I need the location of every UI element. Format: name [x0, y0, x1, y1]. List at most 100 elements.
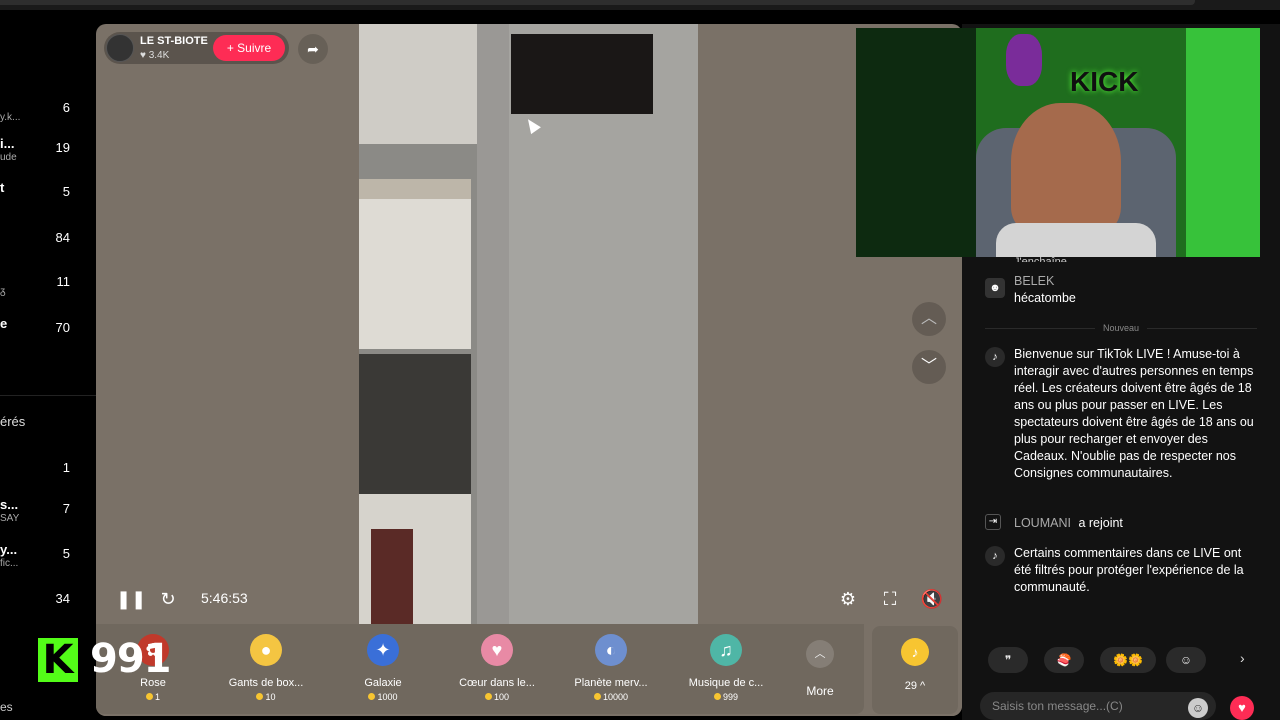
new-divider-label: Nouveau — [1102, 323, 1140, 333]
quick-reply-quote[interactable]: ❞ — [988, 647, 1028, 673]
sidebar-divider — [0, 395, 96, 396]
sidebar-item-count: 5 — [62, 546, 70, 561]
sidebar-section-header: érés — [0, 414, 26, 429]
gift-price: 999 — [671, 692, 781, 702]
coins-balance: 29 ^ — [904, 680, 926, 692]
scene-towel — [371, 529, 413, 624]
gift-name: Musique de c... — [688, 677, 764, 689]
gift-price: 1 — [98, 692, 208, 702]
gift-price-value: 999 — [722, 692, 739, 702]
coins-button[interactable]: ♪ 29 ^ — [872, 626, 958, 714]
join-text: a rejoint — [1078, 516, 1123, 530]
gift-price: 10000 — [556, 692, 666, 702]
overlay-viewer-count: 991 — [90, 636, 171, 682]
chevron-up-icon[interactable]: ︿ — [912, 302, 946, 336]
coin-icon — [145, 693, 153, 700]
scene-cabinet — [359, 199, 471, 349]
coin-icon — [593, 693, 601, 700]
chat-username[interactable]: BELEK — [1014, 274, 1054, 288]
sidebar-item[interactable]: 1 — [0, 456, 80, 496]
scene-ceiling — [359, 24, 479, 144]
sidebar-item[interactable]: y... fic... 5 — [0, 542, 80, 582]
scene-fridge-door — [509, 24, 698, 624]
top-scrollbar[interactable] — [0, 0, 1195, 5]
emoji-icon[interactable]: ☺ — [1188, 698, 1208, 718]
sidebar-item[interactable]: y.k... 6 — [0, 96, 80, 136]
sidebar-item[interactable]: 34 — [0, 587, 80, 627]
sidebar-item[interactable]: t 5 — [0, 180, 80, 220]
tiktok-coin-icon: ♪ — [901, 638, 929, 666]
chat-text: hécatombe — [1014, 291, 1076, 305]
chat-message: BELEK hécatombe — [1014, 273, 1280, 307]
gift-price-value: 10000 — [602, 692, 629, 702]
gift-item[interactable]: ● Gants de box... 10 — [211, 634, 321, 709]
quick-reply-flowers[interactable]: 🌼🌼 — [1100, 647, 1156, 673]
gift-item[interactable]: ✦ Galaxie 1000 — [328, 634, 438, 709]
coin-icon — [368, 693, 376, 700]
webcam-shirt — [996, 223, 1156, 257]
sidebar-item[interactable]: i... ude 19 — [0, 136, 80, 176]
sidebar-item-count: 11 — [56, 274, 71, 289]
sidebar-item-count: 84 — [55, 230, 70, 245]
sidebar-footer[interactable]: es — [0, 700, 13, 714]
quick-reply-smile[interactable]: ☺ — [1166, 647, 1206, 673]
more-gifts-button[interactable]: ︿ More — [796, 634, 844, 704]
gift-price-value: 10 — [265, 692, 276, 702]
gift-item[interactable]: ◐ Planète merv... 10000 — [556, 634, 666, 709]
scene-shelf — [359, 354, 471, 494]
gift-item[interactable]: ♥ Cœur dans le... 100 — [442, 634, 552, 709]
planet-icon: ◐ — [595, 634, 627, 666]
mute-icon[interactable]: 🔇 — [920, 587, 944, 611]
system-message: Bienvenue sur TikTok LIVE ! Amuse-toi à … — [1014, 347, 1254, 480]
live-video-feed — [359, 24, 698, 624]
gift-bar: ✿ Rose 1 ● Gants de box... 10 ✦ Galaxie … — [96, 624, 962, 716]
sidebar-item-sub: fic... — [0, 558, 19, 569]
scene-box — [359, 179, 471, 199]
chat-message-input[interactable] — [980, 692, 1216, 720]
sidebar-item[interactable]: 84 — [0, 226, 80, 266]
chevron-up-icon: ︿ — [806, 640, 834, 668]
coin-icon — [713, 693, 721, 700]
chat-partial-message: J'enchaîne — [1014, 256, 1067, 262]
sidebar-item-sub: y.k... — [0, 112, 21, 123]
kick-neon-sign: KICK — [1070, 66, 1139, 97]
sidebar-item[interactable]: ᵹ 11 — [0, 270, 80, 310]
gift-price: 1000 — [328, 692, 438, 702]
join-username[interactable]: LOUMANI — [1014, 516, 1071, 530]
host-name[interactable]: LE ST-BIOTE — [140, 35, 208, 47]
sidebar-item-name: s... — [0, 497, 19, 512]
chevron-down-icon[interactable]: ﹀ — [912, 350, 946, 384]
sidebar-item[interactable]: e 70 — [0, 316, 80, 356]
fullscreen-icon[interactable]: ⛶ — [878, 587, 902, 611]
heart-icon[interactable]: ♥ — [1230, 696, 1254, 720]
sidebar-item-name: i... — [0, 136, 15, 151]
follow-button[interactable]: + Suivre — [213, 35, 285, 61]
sidebar-item-sub: ude — [0, 152, 17, 163]
heart-hands-icon: ♥ — [481, 634, 513, 666]
join-icon: ⇥ — [985, 514, 1001, 530]
streamer-webcam: KICK — [856, 28, 1260, 257]
refresh-icon[interactable]: ↻ — [156, 587, 180, 611]
settings-icon[interactable]: ⚙ — [836, 587, 860, 611]
sidebar-item[interactable]: s... SAY 7 — [0, 497, 80, 537]
chevron-right-icon[interactable]: › — [1240, 650, 1245, 666]
sidebar-item-count: 70 — [55, 320, 70, 335]
sidebar-item-name: t — [0, 180, 5, 195]
tiktok-icon: ♪ — [985, 347, 1005, 367]
tiktok-icon: ♪ — [985, 546, 1005, 566]
sidebar-item-name: y... — [0, 542, 18, 557]
sidebar-item-count: 1 — [62, 460, 70, 475]
sidebar-item-count: 5 — [62, 184, 70, 199]
host-avatar[interactable] — [106, 34, 134, 62]
quick-reply-sushi[interactable]: 🍣 — [1044, 647, 1084, 673]
kick-logo: K — [38, 638, 78, 682]
boxing-gloves-icon: ● — [250, 634, 282, 666]
gift-name: Cœur dans le... — [459, 677, 535, 689]
gift-price-value: 1 — [154, 692, 160, 702]
user-avatar[interactable]: ☻ — [985, 278, 1005, 298]
pause-icon[interactable]: ❚❚ — [116, 587, 146, 611]
sidebar-item-sub: SAY — [0, 513, 20, 524]
share-icon[interactable]: ➦ — [298, 34, 328, 64]
gift-item[interactable]: ♫ Musique de c... 999 — [671, 634, 781, 709]
gift-price: 10 — [211, 692, 321, 702]
